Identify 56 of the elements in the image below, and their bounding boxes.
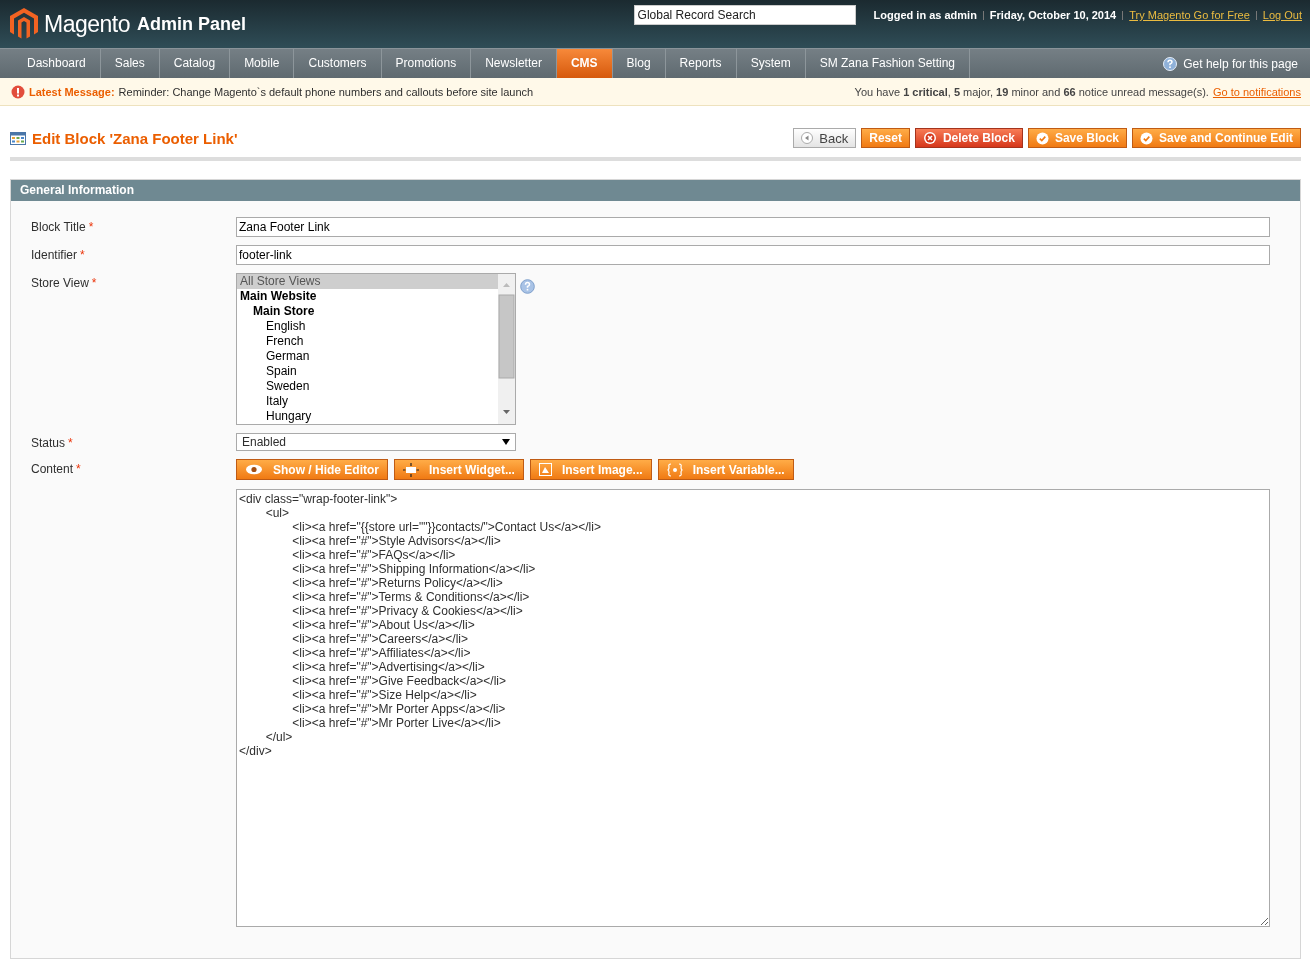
field-label: Status: [31, 436, 66, 451]
checkmark-icon: [1035, 131, 1049, 145]
content-field[interactable]: <div class="wrap-footer-link"> <ul> <li><a href="{{store url=""}}contacts/">Contact Us</a></li> <li><a href="#">Style Advisors</a></li> <li><a href="#">FAQs</a></li> <li><a href="#">Shipping Information</a></li> <li><a href="#">Returns Policy</a></li> <li><a href="#">Terms & Conditions</a></li> <li><a href="#">Privacy & Cookies</a></li> <li><a href="#">About Us</a></li> <li><a href="#">Careers</a></li> <li><a href="#">Affiliates</a></li> <li><a href="#">Advertising</a></li> <li><a href="#">Give Feedback</a></li> <li><a href="#">Size Help</a></li> <li><a href="#">Mr Porter Apps</a></li> <li><a href="#">Mr Porter Live</a></li> </ul> </div>: [236, 489, 1270, 927]
logo-text: Magento: [44, 10, 130, 38]
store-option[interactable]: French: [237, 334, 498, 349]
dropdown-arrow-icon: [502, 439, 510, 445]
page-title: Edit Block 'Zana Footer Link': [32, 129, 238, 147]
field-label: Content: [31, 462, 74, 478]
required-mark: *: [88, 220, 94, 236]
required-mark: *: [76, 462, 81, 478]
message-label: Latest Message:: [29, 85, 115, 98]
required-mark: *: [68, 436, 73, 451]
image-icon: [538, 463, 552, 476]
store-option[interactable]: German: [237, 349, 498, 364]
store-option[interactable]: Hungary: [237, 409, 498, 424]
delete-icon: [922, 131, 937, 145]
store-option[interactable]: Main Website: [237, 289, 498, 304]
widget-icon: [403, 462, 419, 477]
nav-tab[interactable]: CMS: [556, 49, 613, 78]
required-mark: *: [91, 276, 97, 292]
notifications-link[interactable]: Go to notifications: [1212, 85, 1301, 98]
message-text: Reminder: Change Magento`s default phone numbers and callouts before site launch: [118, 85, 534, 98]
help-icon: [1163, 56, 1178, 71]
store-option[interactable]: Spain: [237, 364, 498, 379]
field-label: Block Title: [31, 220, 86, 236]
eye-icon: [245, 464, 263, 475]
store-view-list[interactable]: All Store Views Main Website Main Store English French German Spain Sweden Italy Hungary: [236, 273, 516, 425]
store-option[interactable]: All Store Views: [237, 274, 498, 289]
field-label: Identifier: [31, 248, 78, 264]
section-header: General Information: [11, 180, 1300, 201]
logo-icon: [10, 8, 38, 40]
text-field[interactable]: Zana Footer Link: [236, 217, 1270, 237]
search-field[interactable]: Global Record Search: [633, 5, 856, 25]
delete-button[interactable]: Delete Block: [914, 128, 1023, 148]
logo-subtitle: Admin Panel: [137, 13, 247, 35]
scrollbar[interactable]: [498, 274, 515, 424]
text-field[interactable]: footer-link: [236, 245, 1270, 265]
user-text: Logged in as admin: [873, 8, 977, 23]
help-link[interactable]: Get help for this page: [1183, 56, 1298, 71]
store-option[interactable]: English: [237, 319, 498, 334]
help-icon[interactable]: [520, 279, 535, 294]
status-dropdown[interactable]: Enabled: [236, 433, 516, 451]
store-option[interactable]: Sweden: [237, 379, 498, 394]
date-text: Friday, October 10, 2014: [989, 8, 1117, 23]
braces-icon: [666, 462, 683, 477]
grid-icon: [10, 131, 26, 145]
checkmark-icon: [1140, 131, 1153, 145]
header-link[interactable]: Log Out: [1262, 5, 1302, 25]
back-button[interactable]: Back: [793, 128, 857, 148]
notification-summary: You have 1 critical, 5 major, 19 minor and 66 notice unread message(s).: [854, 85, 1209, 98]
alert-icon: [11, 84, 25, 99]
store-option[interactable]: Main Store: [237, 304, 498, 319]
header-link[interactable]: Try Magento Go for Free: [1129, 5, 1250, 25]
store-option[interactable]: Italy: [237, 394, 498, 409]
required-mark: *: [80, 248, 85, 264]
field-label: Store View: [31, 276, 89, 292]
